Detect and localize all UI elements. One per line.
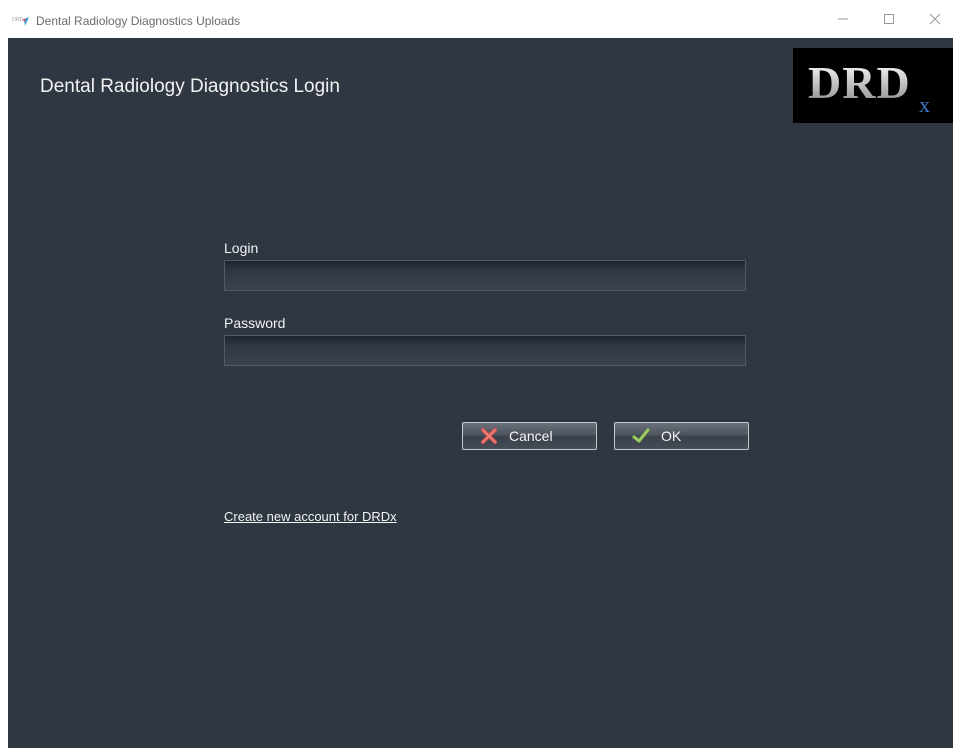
window-title: Dental Radiology Diagnostics Uploads [36,14,241,28]
drdx-logo: DRD x [793,48,953,123]
maximize-icon [884,14,894,24]
minimize-button[interactable] [820,0,866,38]
logo-subscript: x [919,92,930,117]
password-label: Password [224,315,286,331]
password-input[interactable] [224,335,746,366]
page-title: Dental Radiology Diagnostics Login [40,76,340,97]
create-account-link[interactable]: Create new account for DRDx [224,509,397,524]
login-panel: Dental Radiology Diagnostics Login DRD x… [8,38,953,748]
logo-text: DRD [808,57,911,108]
cancel-button[interactable]: Cancel [462,422,597,450]
maximize-button[interactable] [866,0,912,38]
title-bar[interactable]: DRD Dental Radiology Diagnostics Uploads [8,0,953,38]
close-icon [929,13,941,25]
app-window: DRD Dental Radiology Diagnostics Uploads… [8,0,953,748]
svg-text:DRD: DRD [12,17,23,23]
cancel-button-label: Cancel [509,428,553,444]
x-icon [479,426,499,446]
app-icon: DRD [12,14,32,26]
minimize-icon [838,18,848,20]
login-input[interactable] [224,260,746,291]
ok-button[interactable]: OK [614,422,749,450]
login-label: Login [224,240,259,256]
ok-button-label: OK [661,428,682,444]
close-button[interactable] [912,0,953,38]
checkmark-icon [631,426,651,446]
